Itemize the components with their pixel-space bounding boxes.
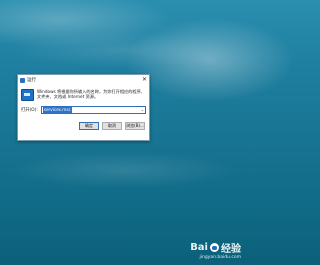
open-row: 打开(O): services.msc ⌄ [18,101,149,114]
dialog-body: Windows 将根据你所输入的名称，为你打开相应的程序、文件夹、文档或 Int… [18,85,149,101]
close-icon[interactable]: ✕ [142,77,147,83]
cancel-button[interactable]: 取消 [102,122,122,130]
baidu-paw-icon [210,243,219,252]
run-title-icon [20,77,25,83]
watermark-url: jingyan.baidu.com [199,255,241,260]
baidu-watermark: Bai 经验 jingyan.baidu.com [190,240,241,260]
button-row: 确定 取消 浏览(B)... [18,114,149,130]
watermark-brand-left: Bai [190,242,208,253]
browse-button[interactable]: 浏览(B)... [125,122,145,130]
dialog-titlebar: 运行 ✕ [18,75,149,85]
watermark-brand: Bai 经验 [190,240,241,255]
dialog-description: Windows 将根据你所输入的名称，为你打开相应的程序、文件夹、文档或 Int… [37,89,145,100]
dialog-title: 运行 [27,78,36,83]
run-dialog: 运行 ✕ Windows 将根据你所输入的名称，为你打开相应的程序、文件夹、文档… [17,74,150,141]
run-app-icon [21,89,34,101]
water-highlight [0,30,247,70]
open-input-value: services.msc [42,107,72,113]
watermark-brand-right: 经验 [221,244,241,255]
ok-button[interactable]: 确定 [79,122,99,130]
open-label: 打开(O): [21,108,38,113]
water-highlight [0,150,247,190]
chevron-down-icon[interactable]: ⌄ [141,107,144,113]
open-input[interactable]: services.msc ⌄ [40,106,146,114]
